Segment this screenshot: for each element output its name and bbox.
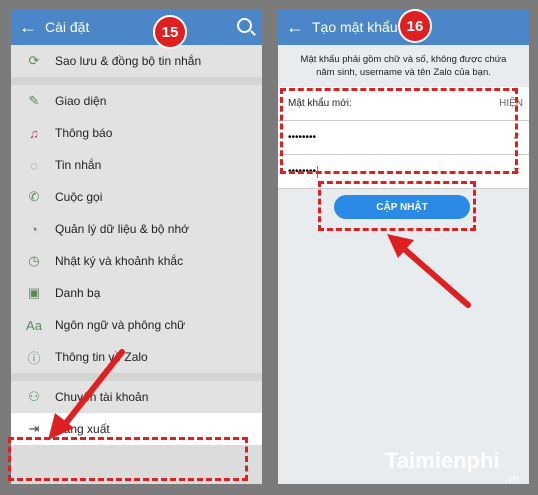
arrow-to-update [387, 234, 471, 308]
arrow-to-logout [48, 349, 125, 440]
watermark-suffix: .vn [505, 474, 519, 485]
watermark-logo: Taimienphi [385, 448, 500, 473]
arrows-overlay [48, 234, 471, 440]
